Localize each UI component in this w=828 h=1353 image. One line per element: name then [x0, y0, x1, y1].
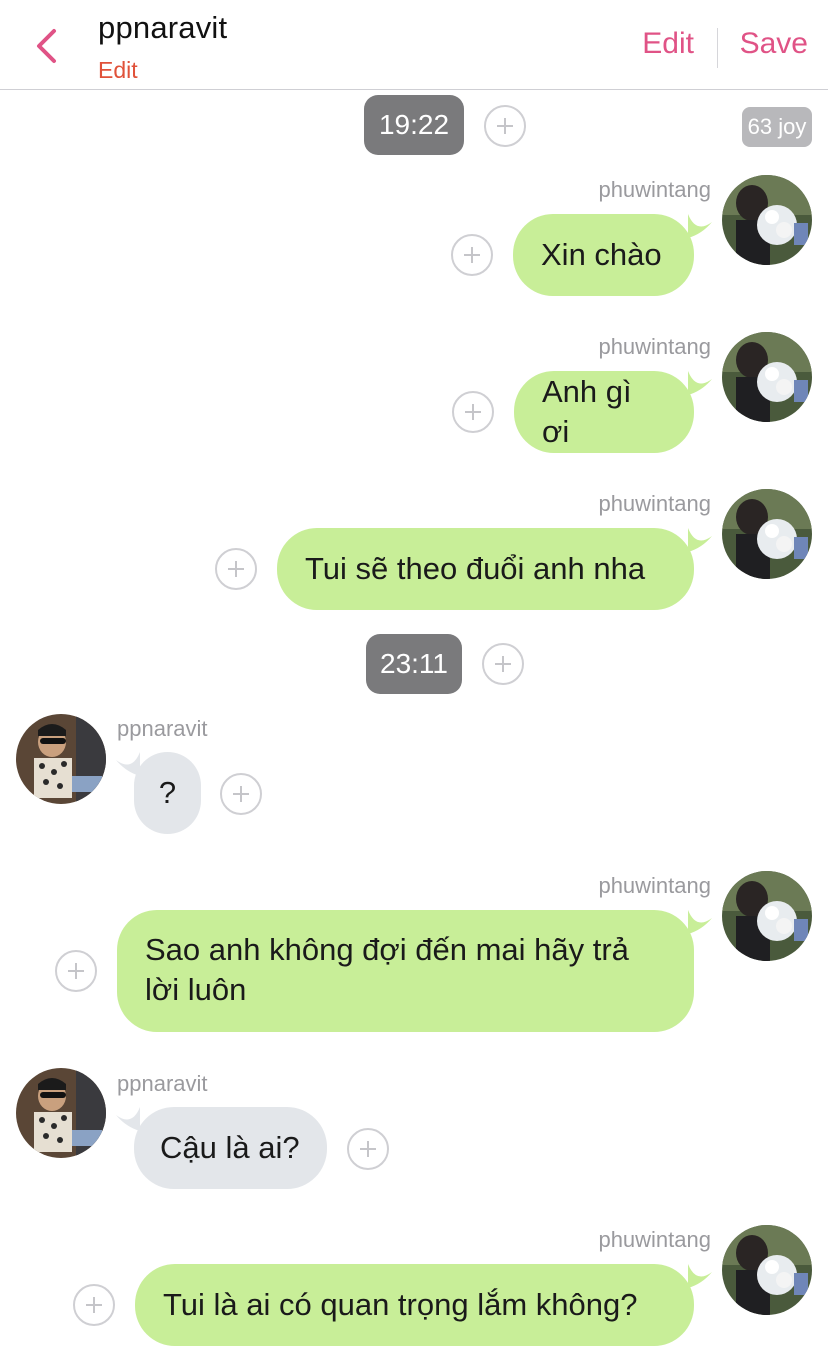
add-reaction-button[interactable] [73, 1284, 115, 1326]
add-reaction-button[interactable] [452, 391, 494, 433]
sender-name: phuwintang [598, 1227, 711, 1252]
add-reaction-button[interactable] [451, 234, 493, 276]
avatar-image [722, 871, 812, 961]
add-time-button[interactable] [484, 105, 526, 147]
bubble-tail [688, 371, 712, 395]
bubble-tail [688, 528, 712, 552]
plus-icon [86, 1297, 102, 1313]
back-button[interactable] [26, 26, 66, 66]
bubble-tail [688, 214, 712, 238]
plus-icon [228, 561, 244, 577]
avatar-phuwintang[interactable] [722, 871, 812, 961]
time-pill[interactable]: 19:22 [364, 95, 464, 155]
message-bubble-received[interactable]: ? [134, 752, 201, 834]
avatar-phuwintang[interactable] [722, 1225, 812, 1315]
sender-name: phuwintang [598, 177, 711, 202]
add-time-button[interactable] [482, 643, 524, 685]
chat-header: ppnaravit Edit Edit Save [0, 0, 828, 90]
message-bubble-sent[interactable]: Tui sẽ theo đuổi anh nha [277, 528, 694, 610]
time-pill[interactable]: 23:11 [366, 634, 462, 694]
avatar-image [16, 1068, 106, 1158]
avatar-image [722, 1225, 812, 1315]
edit-button[interactable]: Edit [642, 27, 694, 61]
chevron-left-icon [37, 29, 56, 63]
bubble-tail [688, 1264, 712, 1288]
message-bubble-sent[interactable]: Sao anh không đợi đến mai hãy trả lời lu… [117, 910, 694, 1032]
avatar-image [16, 714, 106, 804]
plus-icon [233, 786, 249, 802]
avatar-ppnaravit[interactable] [16, 1068, 106, 1158]
bubble-tail [116, 752, 140, 776]
message-bubble-received[interactable]: Cậu là ai? [134, 1107, 327, 1189]
avatar-phuwintang[interactable] [722, 489, 812, 579]
avatar-image [722, 489, 812, 579]
title-edit-link[interactable]: Edit [98, 57, 138, 84]
sender-name: phuwintang [598, 491, 711, 516]
avatar-ppnaravit[interactable] [16, 714, 106, 804]
message-bubble-sent[interactable]: Tui là ai có quan trọng lắm không? [135, 1264, 694, 1346]
avatar-image [722, 175, 812, 265]
sender-name: ppnaravit [117, 1071, 208, 1096]
header-divider [717, 28, 718, 68]
sender-name: phuwintang [598, 873, 711, 898]
counter-badge: 63 joy [742, 107, 812, 147]
plus-icon [68, 963, 84, 979]
bubble-tail [116, 1107, 140, 1131]
bubble-tail [688, 910, 712, 934]
message-bubble-sent[interactable]: Anh gì ơi [514, 371, 694, 453]
add-reaction-button[interactable] [215, 548, 257, 590]
avatar-image [722, 332, 812, 422]
plus-icon [360, 1141, 376, 1157]
avatar-phuwintang[interactable] [722, 175, 812, 265]
add-reaction-button[interactable] [220, 773, 262, 815]
add-reaction-button[interactable] [55, 950, 97, 992]
plus-icon [465, 404, 481, 420]
save-button[interactable]: Save [740, 27, 808, 61]
plus-icon [464, 247, 480, 263]
sender-name: ppnaravit [117, 716, 208, 741]
sender-name: phuwintang [598, 334, 711, 359]
chat-title: ppnaravit [98, 10, 228, 45]
message-bubble-sent[interactable]: Xin chào [513, 214, 694, 296]
add-reaction-button[interactable] [347, 1128, 389, 1170]
plus-icon [497, 118, 513, 134]
plus-icon [495, 656, 511, 672]
avatar-phuwintang[interactable] [722, 332, 812, 422]
